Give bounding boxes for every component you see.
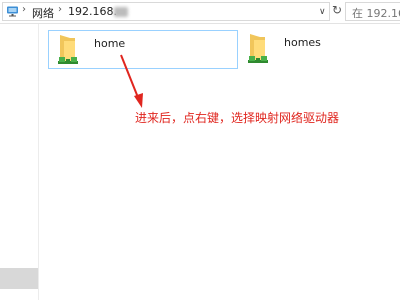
address-bar-area: › 网络 › 192.168. ∨ ↻ 在 192.168. [0, 0, 400, 24]
breadcrumb-host[interactable]: 192.168. [68, 5, 117, 18]
chevron-down-icon[interactable]: ∨ [319, 7, 329, 17]
share-item-home[interactable]: home [48, 30, 238, 69]
item-label: homes [284, 36, 321, 49]
search-input[interactable]: 在 192.168. [345, 2, 400, 21]
share-item-homes[interactable]: homes [240, 30, 390, 69]
network-share-folder-icon [248, 34, 268, 63]
nav-selected-item[interactable] [0, 268, 38, 289]
item-label: home [94, 37, 126, 50]
navigation-pane[interactable] [0, 24, 39, 300]
breadcrumb-network[interactable]: 网络 [32, 5, 54, 21]
address-bar[interactable]: › 网络 › 192.168. ∨ [2, 2, 330, 21]
network-icon [7, 6, 18, 17]
refresh-icon[interactable]: ↻ [331, 3, 343, 17]
network-share-folder-icon [58, 35, 78, 64]
search-placeholder: 在 192.168. [352, 7, 400, 20]
breadcrumb-separator[interactable]: › [58, 4, 62, 15]
annotation-text: 进来后，点右键，选择映射网络驱动器 [135, 111, 340, 125]
breadcrumb-separator[interactable]: › [22, 4, 26, 15]
redacted-host-part [114, 7, 128, 17]
